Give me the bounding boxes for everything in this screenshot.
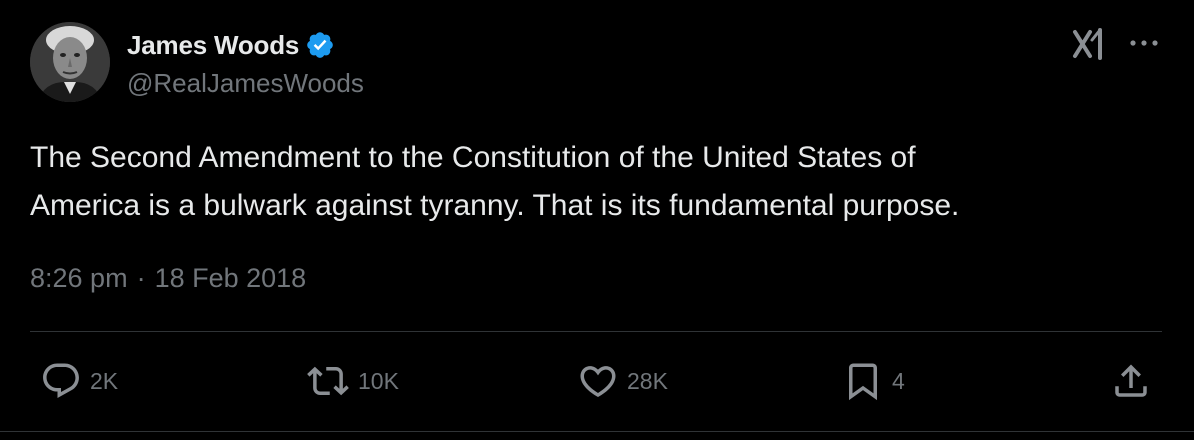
bookmark-icon	[849, 363, 877, 401]
share-icon	[1115, 364, 1147, 397]
repost-icon	[307, 366, 349, 396]
bookmark-button[interactable]: 4	[842, 360, 905, 402]
author-display-name[interactable]: James Woods	[127, 30, 299, 61]
heart-icon	[580, 366, 616, 398]
tweet-date: 18 Feb 2018	[154, 263, 307, 293]
avatar[interactable]	[30, 22, 110, 102]
bottom-divider	[0, 431, 1194, 432]
repost-button[interactable]: 10K	[306, 360, 399, 402]
reply-count: 2K	[90, 367, 119, 394]
like-button[interactable]: 28K	[577, 360, 668, 402]
share-button[interactable]	[1110, 360, 1152, 402]
repost-count: 10K	[358, 367, 399, 394]
author-handle[interactable]: @RealJamesWoods	[127, 68, 364, 99]
tweet-text: The Second Amendment to the Constitution…	[30, 141, 960, 222]
like-count: 28K	[627, 367, 668, 394]
verified-badge-icon[interactable]	[305, 30, 335, 60]
tweet-time: 8:26 pm	[30, 263, 128, 293]
reply-button[interactable]: 2K	[40, 360, 118, 402]
divider	[30, 331, 1162, 332]
author-name-row: James Woods	[127, 27, 335, 63]
more-icon[interactable]	[1126, 30, 1162, 56]
bookmark-count: 4	[892, 367, 905, 394]
timestamp-separator: ·	[136, 263, 146, 293]
reply-icon	[43, 363, 79, 398]
grok-icon[interactable]	[1070, 26, 1108, 62]
tweet-timestamp[interactable]: 8:26 pm · 18 Feb 2018	[30, 263, 306, 294]
tweet-card: James Woods @RealJamesWoods The Second A…	[0, 0, 1194, 440]
profile-photo	[30, 22, 110, 102]
